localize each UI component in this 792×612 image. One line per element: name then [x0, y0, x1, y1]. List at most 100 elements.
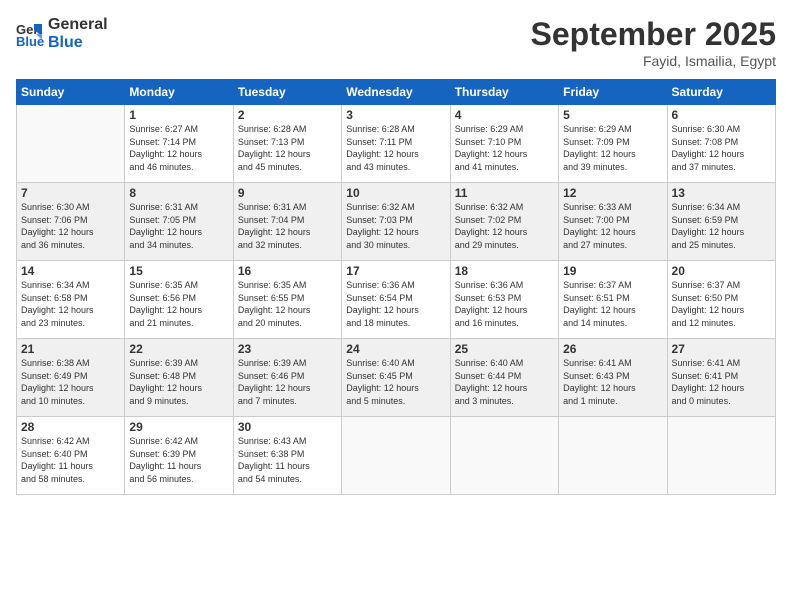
day-number: 14 [21, 264, 120, 278]
day-info: Sunrise: 6:30 AM Sunset: 7:06 PM Dayligh… [21, 201, 120, 251]
table-row: 19Sunrise: 6:37 AM Sunset: 6:51 PM Dayli… [559, 261, 667, 339]
table-row: 25Sunrise: 6:40 AM Sunset: 6:44 PM Dayli… [450, 339, 558, 417]
table-row: 21Sunrise: 6:38 AM Sunset: 6:49 PM Dayli… [17, 339, 125, 417]
day-info: Sunrise: 6:40 AM Sunset: 6:44 PM Dayligh… [455, 357, 554, 407]
table-row: 10Sunrise: 6:32 AM Sunset: 7:03 PM Dayli… [342, 183, 450, 261]
table-row: 24Sunrise: 6:40 AM Sunset: 6:45 PM Dayli… [342, 339, 450, 417]
day-info: Sunrise: 6:34 AM Sunset: 6:59 PM Dayligh… [672, 201, 771, 251]
day-number: 11 [455, 186, 554, 200]
day-info: Sunrise: 6:31 AM Sunset: 7:05 PM Dayligh… [129, 201, 228, 251]
location: Fayid, Ismailia, Egypt [531, 53, 776, 69]
table-row: 16Sunrise: 6:35 AM Sunset: 6:55 PM Dayli… [233, 261, 341, 339]
day-info: Sunrise: 6:34 AM Sunset: 6:58 PM Dayligh… [21, 279, 120, 329]
logo: Gen Blue General Blue [16, 16, 108, 51]
header-thursday: Thursday [450, 80, 558, 105]
day-info: Sunrise: 6:32 AM Sunset: 7:03 PM Dayligh… [346, 201, 445, 251]
day-info: Sunrise: 6:27 AM Sunset: 7:14 PM Dayligh… [129, 123, 228, 173]
day-number: 3 [346, 108, 445, 122]
day-number: 7 [21, 186, 120, 200]
day-info: Sunrise: 6:35 AM Sunset: 6:56 PM Dayligh… [129, 279, 228, 329]
day-number: 21 [21, 342, 120, 356]
table-row: 15Sunrise: 6:35 AM Sunset: 6:56 PM Dayli… [125, 261, 233, 339]
day-number: 20 [672, 264, 771, 278]
table-row: 26Sunrise: 6:41 AM Sunset: 6:43 PM Dayli… [559, 339, 667, 417]
day-number: 27 [672, 342, 771, 356]
day-number: 13 [672, 186, 771, 200]
header-saturday: Saturday [667, 80, 775, 105]
day-number: 23 [238, 342, 337, 356]
day-number: 17 [346, 264, 445, 278]
day-info: Sunrise: 6:33 AM Sunset: 7:00 PM Dayligh… [563, 201, 662, 251]
table-row: 2Sunrise: 6:28 AM Sunset: 7:13 PM Daylig… [233, 105, 341, 183]
day-number: 5 [563, 108, 662, 122]
calendar-week-row: 1Sunrise: 6:27 AM Sunset: 7:14 PM Daylig… [17, 105, 776, 183]
table-row: 9Sunrise: 6:31 AM Sunset: 7:04 PM Daylig… [233, 183, 341, 261]
table-row: 12Sunrise: 6:33 AM Sunset: 7:00 PM Dayli… [559, 183, 667, 261]
calendar-week-row: 14Sunrise: 6:34 AM Sunset: 6:58 PM Dayli… [17, 261, 776, 339]
table-row: 6Sunrise: 6:30 AM Sunset: 7:08 PM Daylig… [667, 105, 775, 183]
day-info: Sunrise: 6:38 AM Sunset: 6:49 PM Dayligh… [21, 357, 120, 407]
day-info: Sunrise: 6:28 AM Sunset: 7:13 PM Dayligh… [238, 123, 337, 173]
table-row: 22Sunrise: 6:39 AM Sunset: 6:48 PM Dayli… [125, 339, 233, 417]
table-row: 27Sunrise: 6:41 AM Sunset: 6:41 PM Dayli… [667, 339, 775, 417]
day-info: Sunrise: 6:39 AM Sunset: 6:46 PM Dayligh… [238, 357, 337, 407]
header-tuesday: Tuesday [233, 80, 341, 105]
day-number: 26 [563, 342, 662, 356]
table-row: 30Sunrise: 6:43 AM Sunset: 6:38 PM Dayli… [233, 417, 341, 495]
header: Gen Blue General Blue September 2025 Fay… [16, 16, 776, 69]
day-info: Sunrise: 6:40 AM Sunset: 6:45 PM Dayligh… [346, 357, 445, 407]
day-info: Sunrise: 6:36 AM Sunset: 6:54 PM Dayligh… [346, 279, 445, 329]
table-row: 5Sunrise: 6:29 AM Sunset: 7:09 PM Daylig… [559, 105, 667, 183]
day-number: 22 [129, 342, 228, 356]
weekday-header-row: Sunday Monday Tuesday Wednesday Thursday… [17, 80, 776, 105]
month-title: September 2025 [531, 16, 776, 53]
day-info: Sunrise: 6:41 AM Sunset: 6:41 PM Dayligh… [672, 357, 771, 407]
day-number: 19 [563, 264, 662, 278]
day-number: 4 [455, 108, 554, 122]
table-row: 18Sunrise: 6:36 AM Sunset: 6:53 PM Dayli… [450, 261, 558, 339]
table-row [559, 417, 667, 495]
header-wednesday: Wednesday [342, 80, 450, 105]
day-info: Sunrise: 6:36 AM Sunset: 6:53 PM Dayligh… [455, 279, 554, 329]
calendar: Sunday Monday Tuesday Wednesday Thursday… [16, 79, 776, 495]
table-row: 29Sunrise: 6:42 AM Sunset: 6:39 PM Dayli… [125, 417, 233, 495]
table-row: 23Sunrise: 6:39 AM Sunset: 6:46 PM Dayli… [233, 339, 341, 417]
table-row: 7Sunrise: 6:30 AM Sunset: 7:06 PM Daylig… [17, 183, 125, 261]
day-number: 1 [129, 108, 228, 122]
calendar-week-row: 28Sunrise: 6:42 AM Sunset: 6:40 PM Dayli… [17, 417, 776, 495]
day-number: 25 [455, 342, 554, 356]
day-number: 18 [455, 264, 554, 278]
day-info: Sunrise: 6:37 AM Sunset: 6:50 PM Dayligh… [672, 279, 771, 329]
day-info: Sunrise: 6:39 AM Sunset: 6:48 PM Dayligh… [129, 357, 228, 407]
table-row: 3Sunrise: 6:28 AM Sunset: 7:11 PM Daylig… [342, 105, 450, 183]
day-info: Sunrise: 6:28 AM Sunset: 7:11 PM Dayligh… [346, 123, 445, 173]
day-number: 15 [129, 264, 228, 278]
table-row: 20Sunrise: 6:37 AM Sunset: 6:50 PM Dayli… [667, 261, 775, 339]
day-number: 16 [238, 264, 337, 278]
day-info: Sunrise: 6:43 AM Sunset: 6:38 PM Dayligh… [238, 435, 337, 485]
table-row: 13Sunrise: 6:34 AM Sunset: 6:59 PM Dayli… [667, 183, 775, 261]
calendar-week-row: 7Sunrise: 6:30 AM Sunset: 7:06 PM Daylig… [17, 183, 776, 261]
day-info: Sunrise: 6:32 AM Sunset: 7:02 PM Dayligh… [455, 201, 554, 251]
day-number: 6 [672, 108, 771, 122]
day-info: Sunrise: 6:37 AM Sunset: 6:51 PM Dayligh… [563, 279, 662, 329]
day-info: Sunrise: 6:41 AM Sunset: 6:43 PM Dayligh… [563, 357, 662, 407]
table-row: 8Sunrise: 6:31 AM Sunset: 7:05 PM Daylig… [125, 183, 233, 261]
day-number: 9 [238, 186, 337, 200]
table-row [450, 417, 558, 495]
day-number: 8 [129, 186, 228, 200]
page: Gen Blue General Blue September 2025 Fay… [0, 0, 792, 612]
table-row [667, 417, 775, 495]
day-number: 28 [21, 420, 120, 434]
day-info: Sunrise: 6:42 AM Sunset: 6:39 PM Dayligh… [129, 435, 228, 485]
header-sunday: Sunday [17, 80, 125, 105]
table-row: 11Sunrise: 6:32 AM Sunset: 7:02 PM Dayli… [450, 183, 558, 261]
day-info: Sunrise: 6:29 AM Sunset: 7:09 PM Dayligh… [563, 123, 662, 173]
day-number: 24 [346, 342, 445, 356]
table-row [17, 105, 125, 183]
day-number: 2 [238, 108, 337, 122]
table-row: 17Sunrise: 6:36 AM Sunset: 6:54 PM Dayli… [342, 261, 450, 339]
table-row: 28Sunrise: 6:42 AM Sunset: 6:40 PM Dayli… [17, 417, 125, 495]
logo-text: General Blue [48, 16, 108, 51]
table-row: 14Sunrise: 6:34 AM Sunset: 6:58 PM Dayli… [17, 261, 125, 339]
